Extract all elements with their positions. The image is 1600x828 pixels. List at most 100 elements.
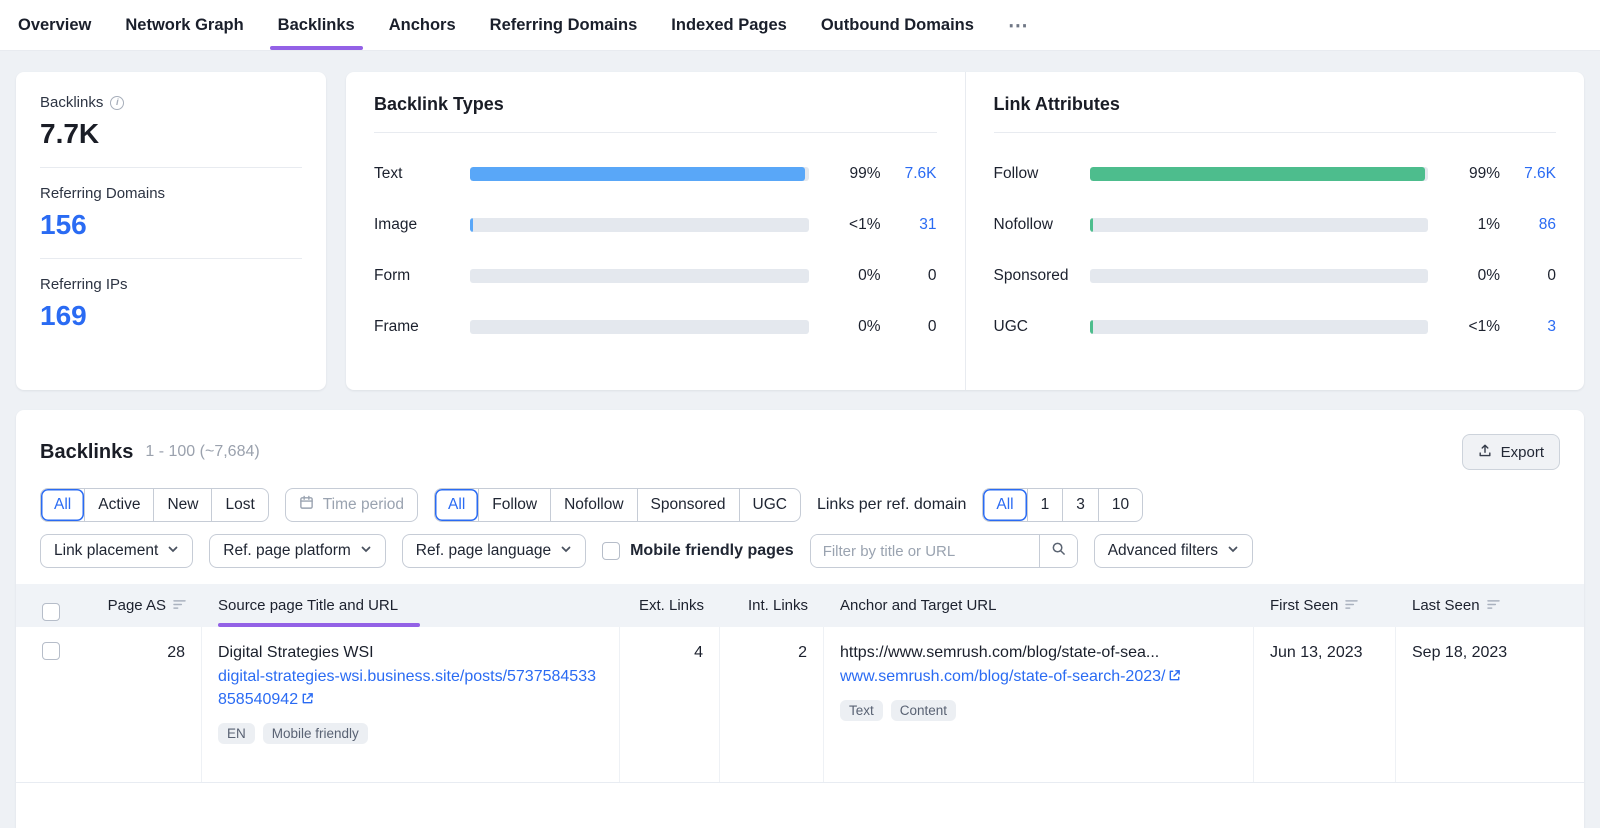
title-url-filter: [810, 534, 1078, 568]
bar-label: Image: [374, 216, 470, 234]
external-link-icon[interactable]: [301, 692, 314, 709]
anchor-text: https://www.semrush.com/blog/state-of-se…: [840, 644, 1237, 662]
metric-label: Referring Domains: [40, 185, 165, 202]
source-cell: Digital Strategies WSI digital-strategie…: [202, 627, 620, 782]
lpd-10[interactable]: 10: [1098, 489, 1142, 521]
header-last-seen[interactable]: Last Seen: [1396, 584, 1584, 627]
mobile-friendly-checkbox[interactable]: [602, 542, 620, 560]
metric-backlinks: Backlinks i 7.7K: [40, 94, 302, 150]
ext-links-cell: 4: [620, 627, 720, 782]
header-label: Anchor and Target URL: [840, 597, 996, 614]
bar-count-link[interactable]: 7.6K: [881, 165, 937, 183]
chart-row-nofollow: Nofollow 1% 86: [994, 206, 1557, 244]
link-type-badge: Text: [840, 700, 883, 721]
lpd-3[interactable]: 3: [1062, 489, 1098, 521]
sort-icon: [1487, 597, 1500, 614]
export-icon: [1478, 443, 1492, 462]
backlink-types-chart: Backlink Types Text 99% 7.6K Image <1% 3…: [346, 72, 965, 390]
bar-count-link[interactable]: 31: [881, 216, 937, 234]
chart-row-follow: Follow 99% 7.6K: [994, 155, 1557, 193]
follow-ugc[interactable]: UGC: [739, 489, 800, 521]
tab-network-graph[interactable]: Network Graph: [123, 0, 245, 50]
more-tabs-button[interactable]: ⋯: [1006, 0, 1032, 50]
results-range: 1 - 100 (~7,684): [145, 443, 1461, 461]
row-select-cell: [16, 627, 78, 782]
time-period-button[interactable]: Time period: [285, 488, 418, 522]
link-attributes-chart: Link Attributes Follow 99% 7.6K Nofollow…: [966, 72, 1585, 390]
header-anchor[interactable]: Anchor and Target URL: [824, 584, 1254, 627]
chart-row-sponsored: Sponsored 0% 0: [994, 257, 1557, 295]
source-url-link[interactable]: digital-strategies-wsi.business.site/pos…: [218, 668, 596, 708]
lpd-1[interactable]: 1: [1027, 489, 1063, 521]
ref-page-language-label: Ref. page language: [416, 542, 551, 560]
target-url-link[interactable]: www.semrush.com/blog/state-of-search-202…: [840, 668, 1181, 685]
header-label: Last Seen: [1412, 597, 1480, 614]
bar-percent: 0%: [823, 267, 881, 285]
bar-fill: [1090, 218, 1093, 232]
search-icon: [1051, 541, 1066, 561]
chart-row-image: Image <1% 31: [374, 206, 937, 244]
search-input[interactable]: [811, 535, 1039, 567]
status-all[interactable]: All: [41, 489, 84, 521]
chevron-down-icon: [1227, 542, 1239, 560]
tab-indexed-pages[interactable]: Indexed Pages: [669, 0, 789, 50]
row-checkbox[interactable]: [42, 642, 60, 660]
bar-track: [1090, 167, 1429, 181]
select-all-cell: [16, 584, 78, 627]
bar-label: Sponsored: [994, 267, 1090, 285]
metric-value: 7.7K: [40, 118, 302, 150]
page-as-cell: 28: [78, 627, 202, 782]
header-int-links[interactable]: Int. Links: [720, 584, 824, 627]
backlinks-card: Backlinks 1 - 100 (~7,684) Export All Ac…: [16, 410, 1584, 828]
header-label: First Seen: [1270, 597, 1338, 614]
header-page-as[interactable]: Page AS: [78, 584, 202, 627]
tab-backlinks[interactable]: Backlinks: [276, 0, 357, 50]
bar-label: Form: [374, 267, 470, 285]
follow-follow[interactable]: Follow: [478, 489, 550, 521]
follow-nofollow[interactable]: Nofollow: [550, 489, 636, 521]
follow-sponsored[interactable]: Sponsored: [637, 489, 739, 521]
header-ext-links[interactable]: Ext. Links: [620, 584, 720, 627]
export-button[interactable]: Export: [1462, 434, 1560, 470]
header-first-seen[interactable]: First Seen: [1254, 584, 1396, 627]
status-active[interactable]: Active: [84, 489, 153, 521]
bar-count-link[interactable]: 86: [1500, 216, 1556, 234]
bar-count-link[interactable]: 3: [1500, 318, 1556, 336]
lpd-all[interactable]: All: [983, 489, 1026, 521]
divider: [40, 258, 302, 259]
status-new[interactable]: New: [153, 489, 211, 521]
metric-value[interactable]: 156: [40, 209, 302, 241]
bar-label: Nofollow: [994, 216, 1090, 234]
last-seen-cell: Sep 18, 2023: [1396, 627, 1584, 782]
select-all-checkbox[interactable]: [42, 603, 60, 621]
tab-anchors[interactable]: Anchors: [387, 0, 458, 50]
divider: [40, 167, 302, 168]
advanced-filters-label: Advanced filters: [1108, 542, 1218, 560]
source-title: Digital Strategies WSI: [218, 644, 603, 662]
chart-row-text: Text 99% 7.6K: [374, 155, 937, 193]
link-placement-dropdown[interactable]: Link placement: [40, 534, 193, 568]
tab-outbound-domains[interactable]: Outbound Domains: [819, 0, 976, 50]
active-column-underline: [218, 623, 420, 627]
bar-count-link[interactable]: 7.6K: [1500, 165, 1556, 183]
bar-fill: [1090, 320, 1093, 334]
tab-referring-domains[interactable]: Referring Domains: [488, 0, 640, 50]
follow-all[interactable]: All: [435, 489, 478, 521]
tab-overview[interactable]: Overview: [16, 0, 93, 50]
ref-page-language-dropdown[interactable]: Ref. page language: [402, 534, 586, 568]
advanced-filters-dropdown[interactable]: Advanced filters: [1094, 534, 1253, 568]
ref-page-platform-dropdown[interactable]: Ref. page platform: [209, 534, 386, 568]
status-lost[interactable]: Lost: [211, 489, 267, 521]
bar-track: [470, 320, 809, 334]
search-button[interactable]: [1039, 535, 1077, 567]
header-source[interactable]: Source page Title and URL: [202, 584, 620, 627]
metric-label: Referring IPs: [40, 276, 128, 293]
bar-percent: 99%: [1442, 165, 1500, 183]
metric-value[interactable]: 169: [40, 300, 302, 332]
external-link-icon[interactable]: [1168, 669, 1181, 686]
bar-percent: 99%: [823, 165, 881, 183]
bar-label: Frame: [374, 318, 470, 336]
filter-row-1: All Active New Lost Time period All Foll…: [40, 488, 1560, 522]
info-icon[interactable]: i: [110, 96, 124, 110]
bar-percent: 0%: [823, 318, 881, 336]
